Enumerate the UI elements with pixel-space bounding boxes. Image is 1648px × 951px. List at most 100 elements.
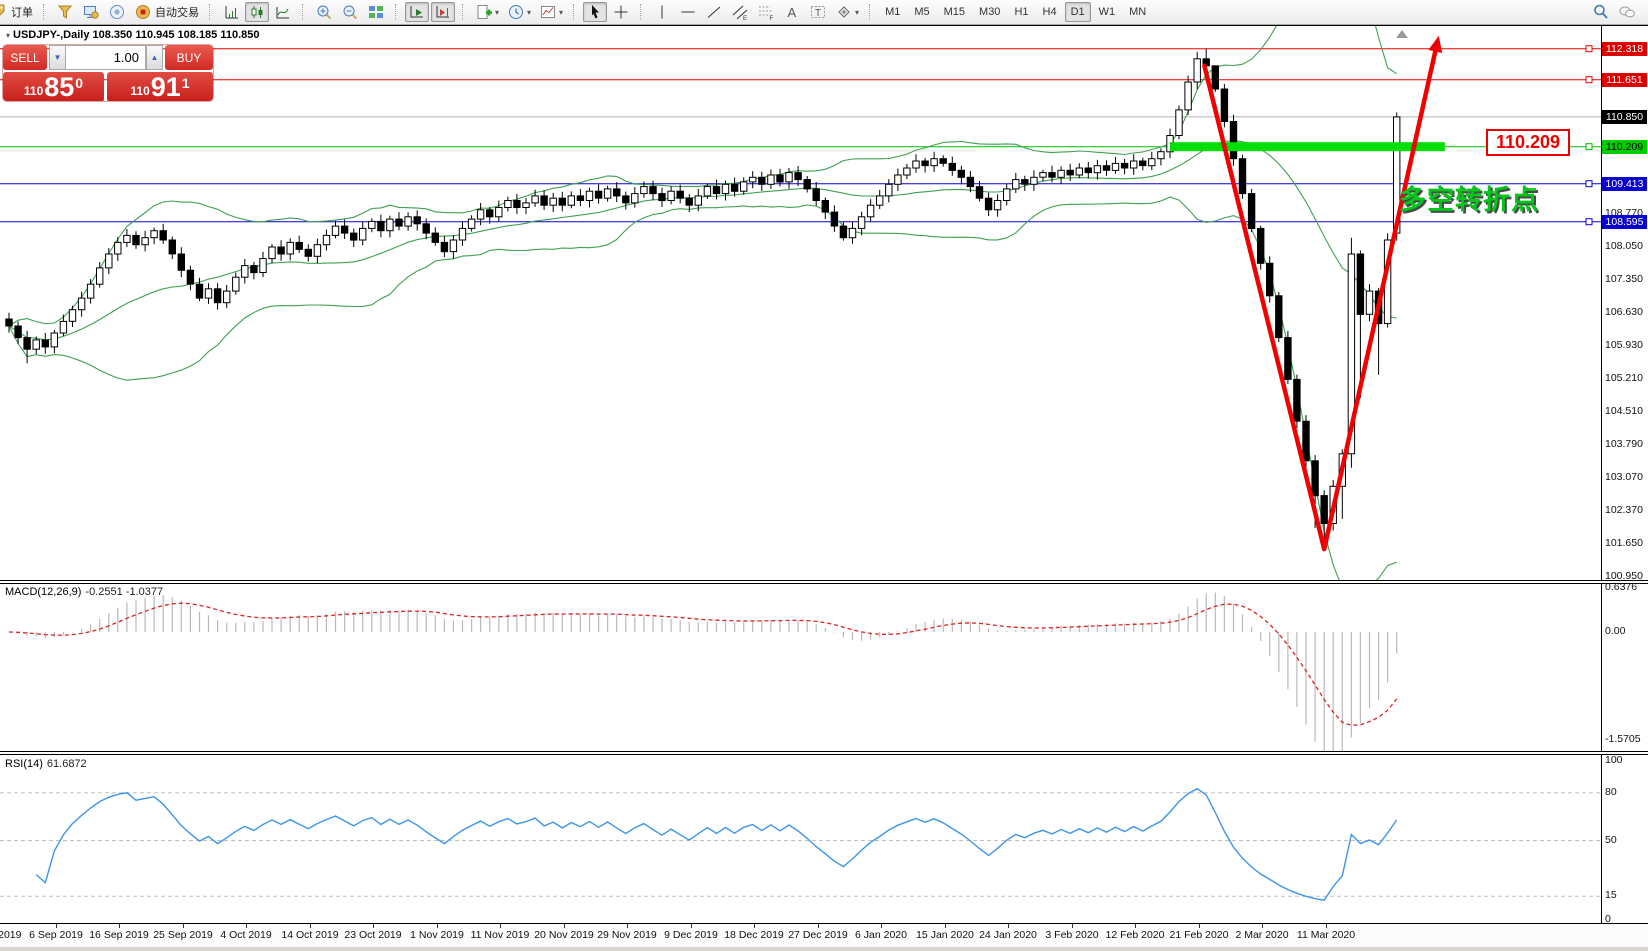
candle <box>668 191 674 200</box>
timeframe-button-m15[interactable]: M15 <box>938 2 971 22</box>
turning-point-annotation[interactable]: 多空转折点 <box>1399 178 1539 217</box>
toolbar-button-cursor[interactable] <box>583 2 607 22</box>
timeframe-button-w1[interactable]: W1 <box>1093 2 1122 22</box>
toolbar-button-text-label[interactable]: T <box>806 2 830 22</box>
toolbar-item-label: 订单 <box>11 4 33 20</box>
toolbar-button-line-chart[interactable] <box>271 2 295 22</box>
line-handle[interactable] <box>1586 181 1592 187</box>
tiles-icon <box>367 3 385 21</box>
pane-separator[interactable] <box>0 751 1648 755</box>
sell-price-button[interactable]: 110 85 0 <box>3 72 104 101</box>
timeframe-button-m1[interactable]: M1 <box>879 2 906 22</box>
toolbar-button-search[interactable] <box>1589 2 1613 22</box>
candle <box>886 184 892 196</box>
funnel-icon <box>56 3 74 21</box>
toolbar-button-auto-scroll[interactable] <box>405 2 429 22</box>
sell-button[interactable]: SELL <box>3 45 47 70</box>
v-reversal-trendline[interactable] <box>1204 50 1435 550</box>
toolbar-button-trendline[interactable] <box>702 2 726 22</box>
pane-separator[interactable] <box>0 580 1648 584</box>
chat-icon <box>1618 3 1636 21</box>
toolbar-button-new-order[interactable]: 订单 <box>0 2 36 22</box>
toolbar-button-vertical-line[interactable] <box>650 2 674 22</box>
toolbar-button-data-window[interactable] <box>79 2 103 22</box>
toolbar-button-market-watch[interactable] <box>53 2 77 22</box>
date-label: 1 Nov 2019 <box>405 929 469 941</box>
toolbar-button-crosshair[interactable] <box>609 2 633 22</box>
price-tick-label: 103.070 <box>1605 471 1643 483</box>
line-handle[interactable] <box>1586 77 1592 83</box>
candle <box>351 233 357 240</box>
toolbar-button-candle-chart[interactable] <box>245 2 269 22</box>
toolbar-button-zoom-in[interactable] <box>312 2 336 22</box>
date-label: 20 Nov 2019 <box>532 929 596 941</box>
candle <box>595 191 601 198</box>
candle <box>1031 177 1037 184</box>
candle <box>378 221 384 230</box>
candle <box>704 187 710 196</box>
toolbar-button-chart-shift[interactable] <box>431 2 455 22</box>
date-label: 6 Jan 2020 <box>849 929 913 941</box>
line-handle[interactable] <box>1586 219 1592 225</box>
candle <box>867 205 873 217</box>
candle <box>1185 82 1191 110</box>
macd-name: MACD(12,26,9) <box>5 586 81 598</box>
price-tick-label: 101.650 <box>1605 537 1643 549</box>
price-level-callout[interactable]: 110.209 <box>1486 129 1570 156</box>
price-chart-canvas[interactable] <box>0 26 1601 580</box>
line-handle[interactable] <box>1586 144 1592 150</box>
candle <box>106 254 112 268</box>
buy-button[interactable]: BUY <box>165 45 213 70</box>
toolbar-button-bar-chart[interactable] <box>219 2 243 22</box>
price-tick-label: 106.630 <box>1605 306 1643 318</box>
candle <box>468 219 474 228</box>
timeframe-button-m5[interactable]: M5 <box>908 2 935 22</box>
timeframe-button-h1[interactable]: H1 <box>1008 2 1034 22</box>
macd-pane-canvas[interactable] <box>0 584 1601 751</box>
toolbar-button-add-indicator[interactable]: ▾ <box>472 2 502 22</box>
candle <box>967 177 973 186</box>
buy-price-button[interactable]: 110 91 1 <box>107 72 213 101</box>
timeframe-button-m30[interactable]: M30 <box>973 2 1006 22</box>
toolbar-button-navigator[interactable] <box>105 2 129 22</box>
toolbar-button-text[interactable]: A <box>780 2 804 22</box>
toolbar-button-fibonacci[interactable]: F <box>754 2 778 22</box>
candle <box>1267 263 1273 296</box>
support-zone-bar[interactable] <box>1170 142 1445 151</box>
date-tick <box>119 924 120 928</box>
price-level-badge: 110.209 <box>1602 140 1647 154</box>
date-label: 29 Nov 2019 <box>595 929 659 941</box>
date-label: 12 Feb 2020 <box>1103 929 1167 941</box>
toolbar-button-periods[interactable]: ▾ <box>504 2 534 22</box>
candle <box>559 198 565 205</box>
candle <box>51 333 57 347</box>
toolbar-button-tile-windows[interactable] <box>364 2 388 22</box>
volume-decrease-button[interactable]: ▼ <box>49 45 66 70</box>
rsi-pane-canvas[interactable] <box>0 755 1601 923</box>
toolbar-button-chat[interactable] <box>1615 2 1639 22</box>
timeframe-button-d1[interactable]: D1 <box>1065 2 1091 22</box>
macd-tick-label: -1.5705 <box>1605 733 1641 745</box>
candle <box>686 198 692 205</box>
candle <box>659 194 665 201</box>
candle <box>831 212 837 226</box>
chart-menu-icon[interactable]: ▾ <box>6 31 10 40</box>
rsi-tick-label: 15 <box>1605 889 1617 901</box>
toolbar-button-zoom-out[interactable] <box>338 2 362 22</box>
volume-input[interactable]: 1.00 <box>65 45 146 70</box>
candle <box>1194 59 1200 82</box>
timeframe-button-mn[interactable]: MN <box>1123 2 1152 22</box>
line-handle[interactable] <box>1586 46 1592 52</box>
toolbar-button-templates[interactable]: ▾ <box>536 2 566 22</box>
toolbar-button-horizontal-line[interactable] <box>676 2 700 22</box>
toolbar-button-equidistant-channel[interactable]: E <box>728 2 752 22</box>
candle <box>459 228 465 240</box>
candle <box>1258 228 1264 263</box>
toolbar-button-autotrading[interactable]: 自动交易 <box>131 2 202 22</box>
toolbar-button-arrows[interactable]: ▾ <box>832 2 862 22</box>
volume-increase-button[interactable]: ▲ <box>146 45 163 70</box>
candle <box>604 189 610 198</box>
timeframe-button-h4[interactable]: H4 <box>1037 2 1063 22</box>
date-label: 15 Jan 2020 <box>913 929 977 941</box>
candle <box>840 226 846 238</box>
